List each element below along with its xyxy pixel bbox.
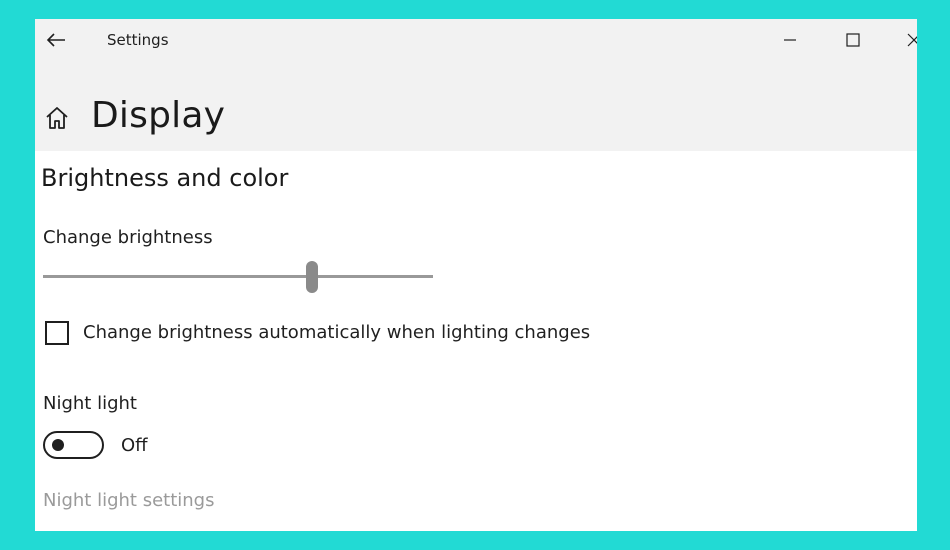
night-light-toggle[interactable]: [43, 431, 104, 459]
maximize-button[interactable]: [838, 27, 868, 53]
change-brightness-label: Change brightness: [43, 227, 213, 248]
maximize-icon: [846, 33, 860, 47]
night-light-settings-link[interactable]: Night light settings: [43, 490, 214, 511]
auto-brightness-checkbox[interactable]: [45, 321, 69, 345]
app-title: Settings: [107, 31, 169, 49]
arrow-left-icon: [46, 33, 65, 47]
home-icon: [46, 107, 68, 129]
close-button[interactable]: [899, 27, 917, 53]
page-title: Display: [91, 95, 226, 136]
close-icon: [907, 33, 917, 47]
home-button[interactable]: [43, 104, 71, 132]
night-light-state: Off: [121, 435, 148, 456]
title-bar-header: Settings Display: [35, 19, 917, 151]
minimize-button[interactable]: [775, 27, 805, 53]
settings-window: Settings Display Brightness and color Ch…: [35, 19, 917, 531]
section-title: Brightness and color: [41, 164, 289, 192]
minimize-icon: [784, 39, 796, 41]
brightness-slider-thumb[interactable]: [306, 261, 319, 293]
toggle-knob: [52, 439, 64, 451]
brightness-slider[interactable]: [43, 261, 433, 293]
night-light-label: Night light: [43, 393, 137, 414]
back-button[interactable]: [43, 27, 69, 53]
auto-brightness-label[interactable]: Change brightness automatically when lig…: [83, 322, 590, 343]
